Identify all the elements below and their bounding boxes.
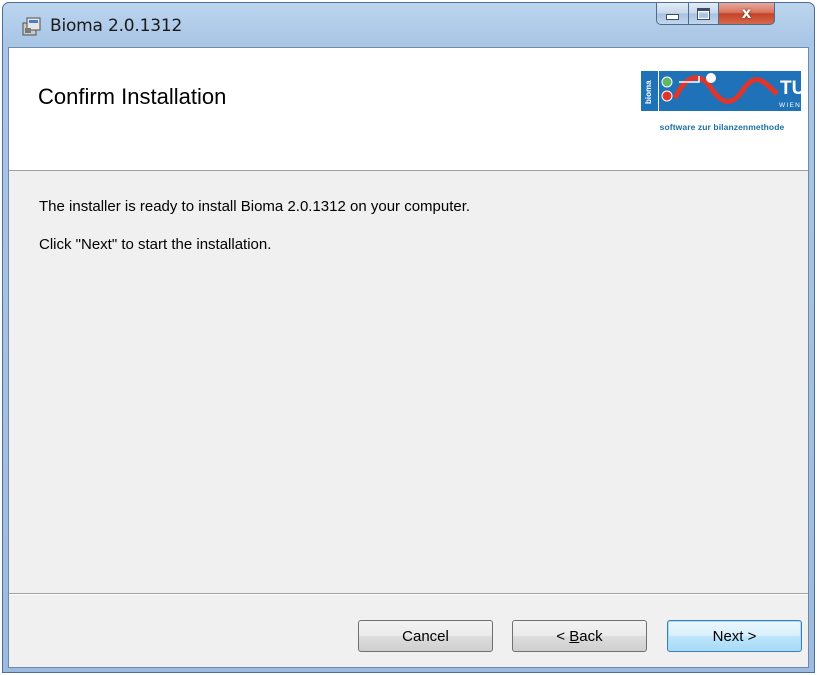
cancel-button-label: Cancel bbox=[402, 627, 449, 645]
footer-divider bbox=[9, 593, 808, 595]
title-bar[interactable]: Bioma 2.0.1312 x bbox=[3, 3, 814, 47]
close-button[interactable]: x bbox=[719, 3, 775, 25]
dialog-client-area: Confirm Installation bioma TU WIEN softw… bbox=[8, 47, 809, 668]
next-button[interactable]: Next > bbox=[667, 620, 802, 652]
installer-package-icon bbox=[22, 17, 41, 36]
minimize-icon bbox=[666, 14, 679, 20]
instruction-message: Click "Next" to start the installation. bbox=[39, 236, 272, 253]
maximize-button[interactable] bbox=[689, 3, 719, 25]
maximize-icon bbox=[697, 7, 710, 20]
back-button[interactable]: < Back bbox=[512, 620, 647, 652]
back-access-key: B bbox=[569, 627, 580, 645]
header-banner: Confirm Installation bioma TU WIEN softw… bbox=[9, 48, 808, 171]
logo-caption: software zur bilanzenmethode bbox=[659, 122, 785, 132]
logo-side-text: bioma bbox=[644, 80, 653, 104]
logo-dot-1 bbox=[661, 76, 673, 88]
window-title: Bioma 2.0.1312 bbox=[50, 16, 183, 36]
ready-message: The installer is ready to install Bioma … bbox=[39, 198, 471, 215]
minimize-button[interactable] bbox=[656, 3, 689, 25]
logo-white-dot bbox=[706, 73, 716, 83]
page-title: Confirm Installation bbox=[38, 84, 227, 109]
next-button-label: Next > bbox=[712, 627, 757, 645]
installer-window: Bioma 2.0.1312 x Confirm Installation bi… bbox=[2, 2, 815, 673]
close-icon: x bbox=[741, 4, 752, 22]
logo-wien-text: WIEN bbox=[779, 102, 801, 109]
back-label-rest: ack bbox=[579, 627, 603, 645]
logo-dot-2 bbox=[661, 90, 673, 102]
back-label-prefix: < bbox=[556, 627, 570, 645]
logo-tu-text: TU bbox=[780, 78, 803, 99]
bioma-tu-wien-logo: bioma TU WIEN bbox=[641, 71, 803, 111]
cancel-button[interactable]: Cancel bbox=[358, 620, 493, 652]
back-button-label: < Back bbox=[556, 628, 602, 645]
